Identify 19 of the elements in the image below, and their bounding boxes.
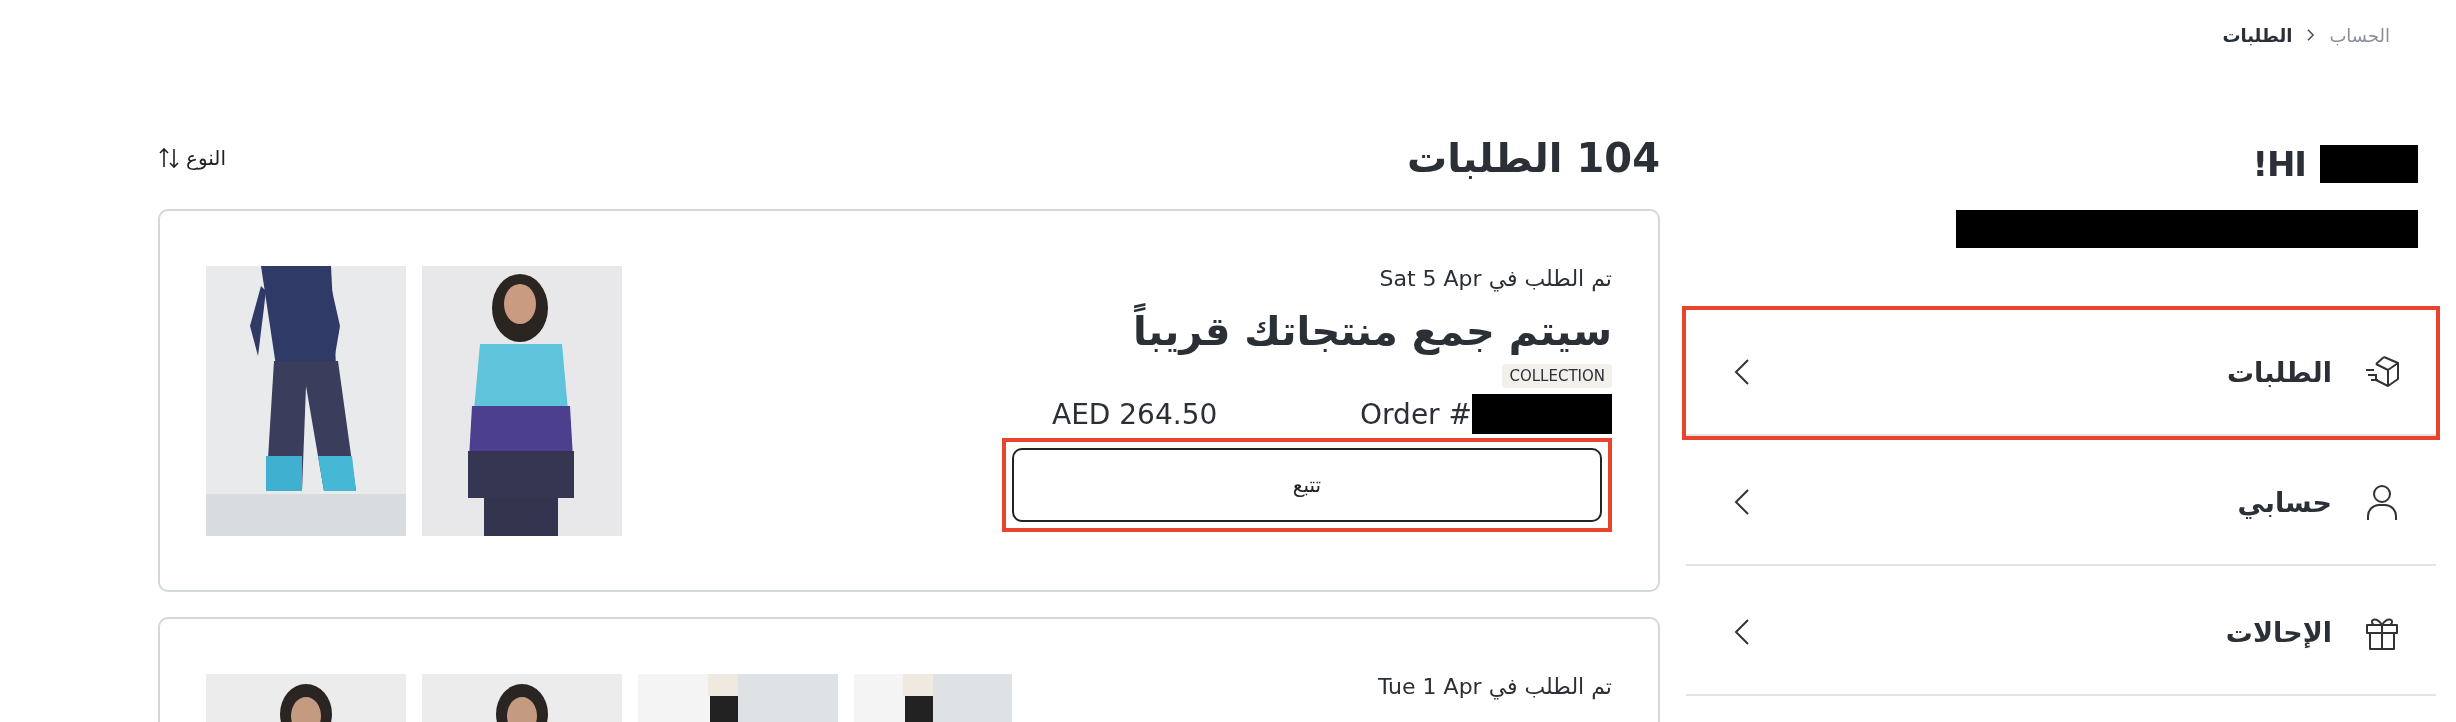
order-date: تم الطلب في Sat 5 Apr bbox=[1379, 266, 1612, 294]
order-status: سيتم جمع منتجاتك قريباً bbox=[1132, 300, 1612, 362]
chevron-icon bbox=[1734, 358, 1750, 386]
order-date: تم الطلب في Tue 1 Apr bbox=[1378, 674, 1612, 702]
breadcrumb-link[interactable]: الطلبات bbox=[2222, 24, 2293, 46]
chevron-icon bbox=[1734, 488, 1750, 516]
greeting-text: HI! bbox=[2252, 144, 2306, 184]
order-number: Order # bbox=[1360, 397, 1472, 431]
track-button[interactable]: تتبع bbox=[1012, 448, 1602, 522]
page-title: 104 الطلبات bbox=[1407, 135, 1660, 181]
menu-item[interactable]: حسابي bbox=[1686, 440, 2436, 566]
menu-item[interactable]: الإحالات bbox=[1686, 570, 2436, 696]
tag: COLLECTION bbox=[1502, 364, 1612, 388]
sort-icon bbox=[158, 147, 180, 169]
sort-button[interactable]: النوع bbox=[158, 146, 226, 170]
chevron-icon bbox=[1734, 618, 1750, 646]
chevron-icon bbox=[2306, 28, 2316, 42]
menu-item[interactable]: الطلبات bbox=[1686, 310, 2436, 436]
order-total: AED 264.50 bbox=[1052, 397, 1218, 431]
